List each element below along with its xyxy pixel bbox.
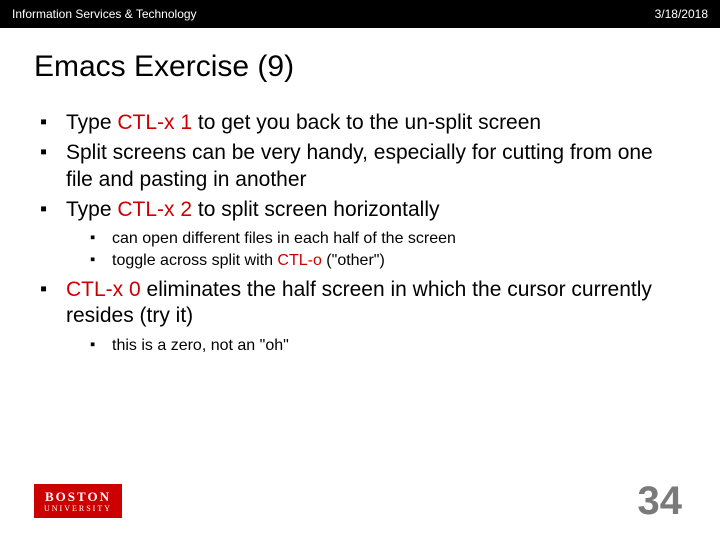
slide: Information Services & Technology 3/18/2… xyxy=(0,0,720,540)
text: Split screens can be very handy, especia… xyxy=(66,141,653,190)
slide-title: Emacs Exercise (9) xyxy=(0,28,720,90)
sub-bullet-item: can open different files in each half of… xyxy=(90,229,680,249)
boston-university-logo: BOSTON UNIVERSITY xyxy=(34,484,122,518)
text: eliminates the half screen in which the … xyxy=(66,278,652,327)
command-text: CTL-o xyxy=(277,252,321,269)
text: toggle across split with xyxy=(112,252,277,269)
logo-line2: UNIVERSITY xyxy=(44,505,112,513)
command-text: CTL-x 0 xyxy=(66,278,141,301)
bullet-item: CTL-x 0 eliminates the half screen in wh… xyxy=(40,277,680,356)
text: to get you back to the un-split screen xyxy=(192,111,541,134)
header-date: 3/18/2018 xyxy=(655,7,708,21)
header-bar: Information Services & Technology 3/18/2… xyxy=(0,0,720,28)
sub-bullet-list: can open different files in each half of… xyxy=(90,229,680,271)
text: this is a zero, not an "oh" xyxy=(112,337,289,354)
text: to split screen horizontally xyxy=(192,198,439,221)
text: Type xyxy=(66,111,117,134)
bullet-list: Type CTL-x 1 to get you back to the un-s… xyxy=(40,110,680,356)
slide-body: Type CTL-x 1 to get you back to the un-s… xyxy=(0,90,720,356)
bullet-item: Type CTL-x 2 to split screen horizontall… xyxy=(40,197,680,271)
page-number: 34 xyxy=(638,479,683,524)
logo-line1: BOSTON xyxy=(45,490,111,503)
command-text: CTL-x 1 xyxy=(117,111,192,134)
sub-bullet-item: this is a zero, not an "oh" xyxy=(90,336,680,356)
text: ("other") xyxy=(322,252,385,269)
command-text: CTL-x 2 xyxy=(117,198,192,221)
text: can open different files in each half of… xyxy=(112,230,456,247)
header-left: Information Services & Technology xyxy=(12,7,197,21)
text: Type xyxy=(66,198,117,221)
bullet-item: Type CTL-x 1 to get you back to the un-s… xyxy=(40,110,680,136)
sub-bullet-list: this is a zero, not an "oh" xyxy=(90,336,680,356)
sub-bullet-item: toggle across split with CTL-o ("other") xyxy=(90,251,680,271)
bullet-item: Split screens can be very handy, especia… xyxy=(40,140,680,193)
